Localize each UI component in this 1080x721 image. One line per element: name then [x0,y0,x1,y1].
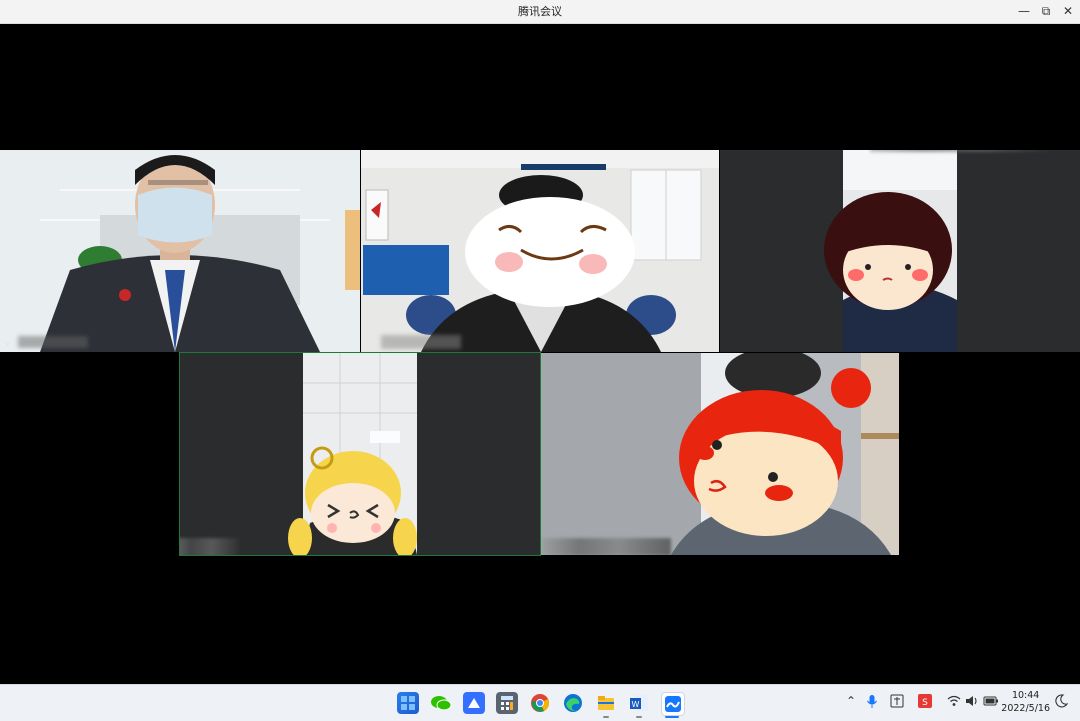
windows-start-icon[interactable] [397,692,419,714]
chevron-down-icon[interactable]: ⌄ [4,338,12,348]
volume-icon[interactable] [965,694,979,711]
moon-icon[interactable] [1054,694,1069,711]
tencent-meeting-icon[interactable] [661,692,685,716]
svg-text:S: S [922,698,928,708]
chrome-icon[interactable] [529,692,551,714]
word-running-indicator [636,716,642,718]
participant-2-name-label [381,335,461,349]
chevron-up-icon[interactable]: ⌃ [846,694,856,708]
wps-icon[interactable]: S [918,694,932,711]
participant-1-video [0,150,360,352]
clock-date: 2022/5/16 [1001,703,1050,714]
tencent-meeting-active-indicator [665,716,679,718]
video-tile-participant-5[interactable] [541,353,899,555]
clock-time: 10:44 [1011,690,1040,701]
participant-5-video [541,353,899,555]
battery-icon[interactable] [983,694,999,711]
close-icon[interactable]: ✕ [1054,0,1080,23]
participant-3-video [720,150,1080,352]
participant-5-name-label [541,538,671,555]
microphone-icon[interactable] [866,694,878,713]
svg-text:W: W [632,700,640,709]
taskbar: W ⌃ S 10:44 2022/5/16 [0,684,1080,721]
file-explorer-running-indicator [603,716,609,718]
system-clock[interactable]: 10:44 2022/5/16 [1001,689,1050,715]
word-icon[interactable]: W [628,692,650,714]
input-method-icon[interactable] [890,694,904,711]
wechat-icon[interactable] [430,692,452,714]
video-tile-participant-3[interactable] [720,150,1080,352]
feishu-icon[interactable] [463,692,485,714]
participant-4-video [180,353,540,555]
edge-icon[interactable] [562,692,584,714]
wifi-icon[interactable] [947,694,961,711]
participant-3-name-label [870,150,1050,152]
participant-1-name-label [18,336,88,348]
participant-4-name-label [180,538,240,555]
title-bar[interactable]: 腾讯会议 — ⧉ ✕ [0,0,1080,24]
video-tile-participant-2[interactable] [361,150,719,352]
file-explorer-icon[interactable] [595,692,617,714]
participant-2-video [361,150,719,352]
window-title: 腾讯会议 [518,5,562,18]
calculator-icon[interactable] [496,692,518,714]
video-tile-participant-1[interactable]: ⌄ [0,150,360,352]
video-tile-participant-4[interactable] [179,352,541,556]
